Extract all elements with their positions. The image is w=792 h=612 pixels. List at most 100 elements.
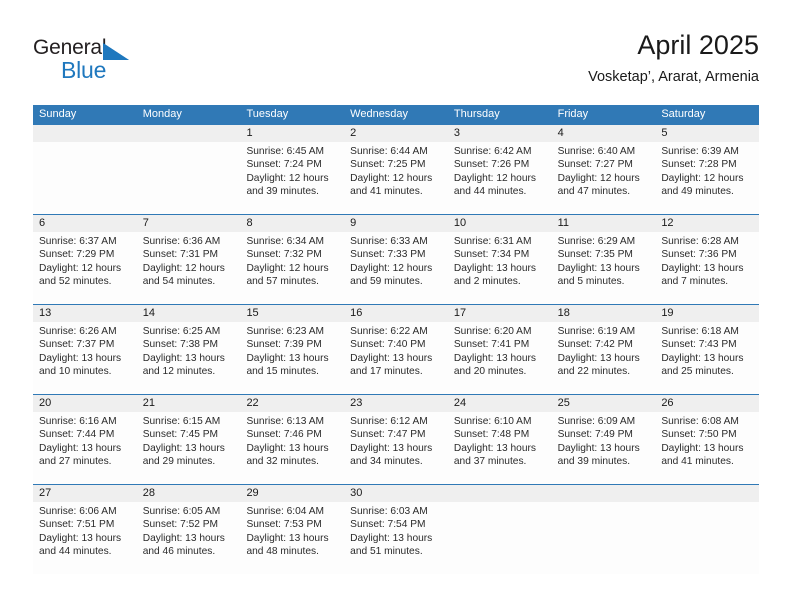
day-cell[interactable]: Sunrise: 6:03 AM Sunset: 7:54 PM Dayligh… bbox=[344, 502, 448, 574]
daylight-text-line2: and 52 minutes. bbox=[39, 276, 112, 288]
day-number[interactable]: 5 bbox=[655, 125, 759, 142]
day-number[interactable]: 1 bbox=[240, 125, 344, 142]
day-number[interactable]: 4 bbox=[552, 125, 656, 142]
day-number[interactable]: 11 bbox=[552, 215, 656, 232]
day-cell[interactable]: Sunrise: 6:18 AM Sunset: 7:43 PM Dayligh… bbox=[655, 322, 759, 394]
weekday-header-monday: Monday bbox=[142, 108, 182, 120]
day-cell[interactable]: Sunrise: 6:08 AM Sunset: 7:50 PM Dayligh… bbox=[655, 412, 759, 484]
day-number[interactable]: 23 bbox=[344, 395, 448, 412]
day-cell[interactable]: Sunrise: 6:12 AM Sunset: 7:47 PM Dayligh… bbox=[344, 412, 448, 484]
daylight-text-line1: Daylight: 12 hours bbox=[350, 172, 433, 184]
day-cell[interactable]: Sunrise: 6:25 AM Sunset: 7:38 PM Dayligh… bbox=[137, 322, 241, 394]
day-cell[interactable]: Sunrise: 6:10 AM Sunset: 7:48 PM Dayligh… bbox=[448, 412, 552, 484]
sunset-text: Sunset: 7:34 PM bbox=[453, 249, 530, 261]
day-number[interactable]: 13 bbox=[33, 305, 137, 322]
day-number-row: 20 21 22 23 24 25 26 bbox=[33, 395, 759, 412]
day-number[interactable] bbox=[552, 485, 656, 502]
day-cell[interactable] bbox=[552, 502, 656, 574]
day-number[interactable]: 10 bbox=[448, 215, 552, 232]
day-number[interactable]: 9 bbox=[344, 215, 448, 232]
daylight-text-line2: and 39 minutes. bbox=[557, 456, 631, 468]
daylight-text-line1: Daylight: 13 hours bbox=[39, 532, 122, 544]
day-cell[interactable]: Sunrise: 6:20 AM Sunset: 7:41 PM Dayligh… bbox=[448, 322, 552, 394]
sunrise-text: Sunrise: 6:04 AM bbox=[246, 506, 325, 517]
day-cell[interactable]: Sunrise: 6:33 AM Sunset: 7:33 PM Dayligh… bbox=[344, 232, 448, 304]
day-cell[interactable]: Sunrise: 6:39 AM Sunset: 7:28 PM Dayligh… bbox=[655, 142, 759, 214]
day-cell[interactable] bbox=[33, 142, 137, 214]
day-number[interactable]: 30 bbox=[344, 485, 448, 502]
day-cell[interactable]: Sunrise: 6:26 AM Sunset: 7:37 PM Dayligh… bbox=[33, 322, 137, 394]
daylight-text-line1: Daylight: 13 hours bbox=[39, 352, 122, 364]
daylight-text-line2: and 54 minutes. bbox=[142, 276, 216, 288]
day-number[interactable]: 19 bbox=[655, 305, 759, 322]
day-number[interactable]: 2 bbox=[344, 125, 448, 142]
day-cell[interactable]: Sunrise: 6:13 AM Sunset: 7:46 PM Dayligh… bbox=[240, 412, 344, 484]
day-number[interactable]: 12 bbox=[655, 215, 759, 232]
day-cell[interactable]: Sunrise: 6:05 AM Sunset: 7:52 PM Dayligh… bbox=[137, 502, 241, 574]
day-cell[interactable]: Sunrise: 6:37 AM Sunset: 7:29 PM Dayligh… bbox=[33, 232, 137, 304]
day-cell[interactable]: Sunrise: 6:04 AM Sunset: 7:53 PM Dayligh… bbox=[240, 502, 344, 574]
day-number[interactable] bbox=[33, 125, 137, 142]
sunset-text: Sunset: 7:54 PM bbox=[350, 519, 426, 531]
day-number[interactable]: 21 bbox=[137, 395, 241, 412]
day-number[interactable]: 16 bbox=[344, 305, 448, 322]
day-number[interactable] bbox=[448, 485, 552, 502]
day-number[interactable]: 27 bbox=[33, 485, 137, 502]
day-cell[interactable]: Sunrise: 6:16 AM Sunset: 7:44 PM Dayligh… bbox=[33, 412, 137, 484]
day-number[interactable]: 22 bbox=[240, 395, 344, 412]
sunset-text: Sunset: 7:33 PM bbox=[350, 249, 426, 261]
day-cell[interactable]: Sunrise: 6:36 AM Sunset: 7:31 PM Dayligh… bbox=[137, 232, 241, 304]
page-header: General Blue April 2025 Vosketap’, Arara… bbox=[33, 28, 759, 96]
day-cell[interactable]: Sunrise: 6:15 AM Sunset: 7:45 PM Dayligh… bbox=[137, 412, 241, 484]
sunset-text: Sunset: 7:35 PM bbox=[557, 249, 633, 261]
day-cell[interactable] bbox=[655, 502, 759, 574]
day-cell[interactable]: Sunrise: 6:29 AM Sunset: 7:35 PM Dayligh… bbox=[552, 232, 656, 304]
day-cell[interactable]: Sunrise: 6:22 AM Sunset: 7:40 PM Dayligh… bbox=[344, 322, 448, 394]
sunset-text: Sunset: 7:31 PM bbox=[142, 249, 219, 261]
day-number[interactable]: 17 bbox=[448, 305, 552, 322]
week-row: 1 2 3 4 5 Sunrise: 6:45 AM Sunset: 7:24 … bbox=[33, 124, 759, 214]
day-cell[interactable]: Sunrise: 6:40 AM Sunset: 7:27 PM Dayligh… bbox=[552, 142, 656, 214]
day-number[interactable]: 26 bbox=[655, 395, 759, 412]
day-number[interactable]: 18 bbox=[552, 305, 656, 322]
daylight-text-line2: and 41 minutes. bbox=[661, 456, 734, 468]
general-blue-logo[interactable]: General Blue bbox=[33, 36, 163, 88]
day-cell[interactable]: Sunrise: 6:09 AM Sunset: 7:49 PM Dayligh… bbox=[552, 412, 656, 484]
day-number[interactable]: 6 bbox=[33, 215, 137, 232]
sunset-text: Sunset: 7:52 PM bbox=[142, 519, 219, 531]
day-number[interactable]: 29 bbox=[240, 485, 344, 502]
day-number[interactable]: 15 bbox=[240, 305, 344, 322]
day-number[interactable]: 20 bbox=[33, 395, 137, 412]
day-cell[interactable]: Sunrise: 6:28 AM Sunset: 7:36 PM Dayligh… bbox=[655, 232, 759, 304]
day-number[interactable]: 25 bbox=[552, 395, 656, 412]
day-number-row: 27 28 29 30 bbox=[33, 485, 759, 502]
day-number[interactable]: 14 bbox=[137, 305, 241, 322]
daylight-text-line2: and 39 minutes. bbox=[246, 186, 319, 198]
day-number[interactable]: 3 bbox=[448, 125, 552, 142]
sunrise-text: Sunrise: 6:40 AM bbox=[557, 146, 636, 157]
day-cell[interactable]: Sunrise: 6:06 AM Sunset: 7:51 PM Dayligh… bbox=[33, 502, 137, 574]
day-number[interactable]: 24 bbox=[448, 395, 552, 412]
day-number[interactable]: 7 bbox=[137, 215, 241, 232]
day-number[interactable]: 28 bbox=[137, 485, 241, 502]
daylight-text-line2: and 29 minutes. bbox=[142, 456, 216, 468]
day-cell[interactable]: Sunrise: 6:23 AM Sunset: 7:39 PM Dayligh… bbox=[240, 322, 344, 394]
daylight-text-line1: Daylight: 13 hours bbox=[557, 262, 640, 274]
daylight-text-line2: and 47 minutes. bbox=[557, 186, 631, 198]
day-cell[interactable]: Sunrise: 6:45 AM Sunset: 7:24 PM Dayligh… bbox=[240, 142, 344, 214]
day-cell[interactable] bbox=[137, 142, 241, 214]
sunrise-text: Sunrise: 6:15 AM bbox=[142, 416, 221, 427]
daylight-text-line2: and 44 minutes. bbox=[39, 546, 112, 558]
daylight-text-line2: and 12 minutes. bbox=[142, 366, 216, 378]
day-cell[interactable]: Sunrise: 6:44 AM Sunset: 7:25 PM Dayligh… bbox=[344, 142, 448, 214]
day-cell[interactable] bbox=[448, 502, 552, 574]
day-cell[interactable]: Sunrise: 6:42 AM Sunset: 7:26 PM Dayligh… bbox=[448, 142, 552, 214]
day-cell[interactable]: Sunrise: 6:31 AM Sunset: 7:34 PM Dayligh… bbox=[448, 232, 552, 304]
week-row: 6 7 8 9 10 11 12 Sunrise: 6:37 AM Sunset… bbox=[33, 214, 759, 304]
day-number[interactable]: 8 bbox=[240, 215, 344, 232]
day-number[interactable] bbox=[655, 485, 759, 502]
day-cell[interactable]: Sunrise: 6:34 AM Sunset: 7:32 PM Dayligh… bbox=[240, 232, 344, 304]
daylight-text-line2: and 17 minutes. bbox=[350, 366, 423, 378]
day-number[interactable] bbox=[137, 125, 241, 142]
day-cell[interactable]: Sunrise: 6:19 AM Sunset: 7:42 PM Dayligh… bbox=[552, 322, 656, 394]
